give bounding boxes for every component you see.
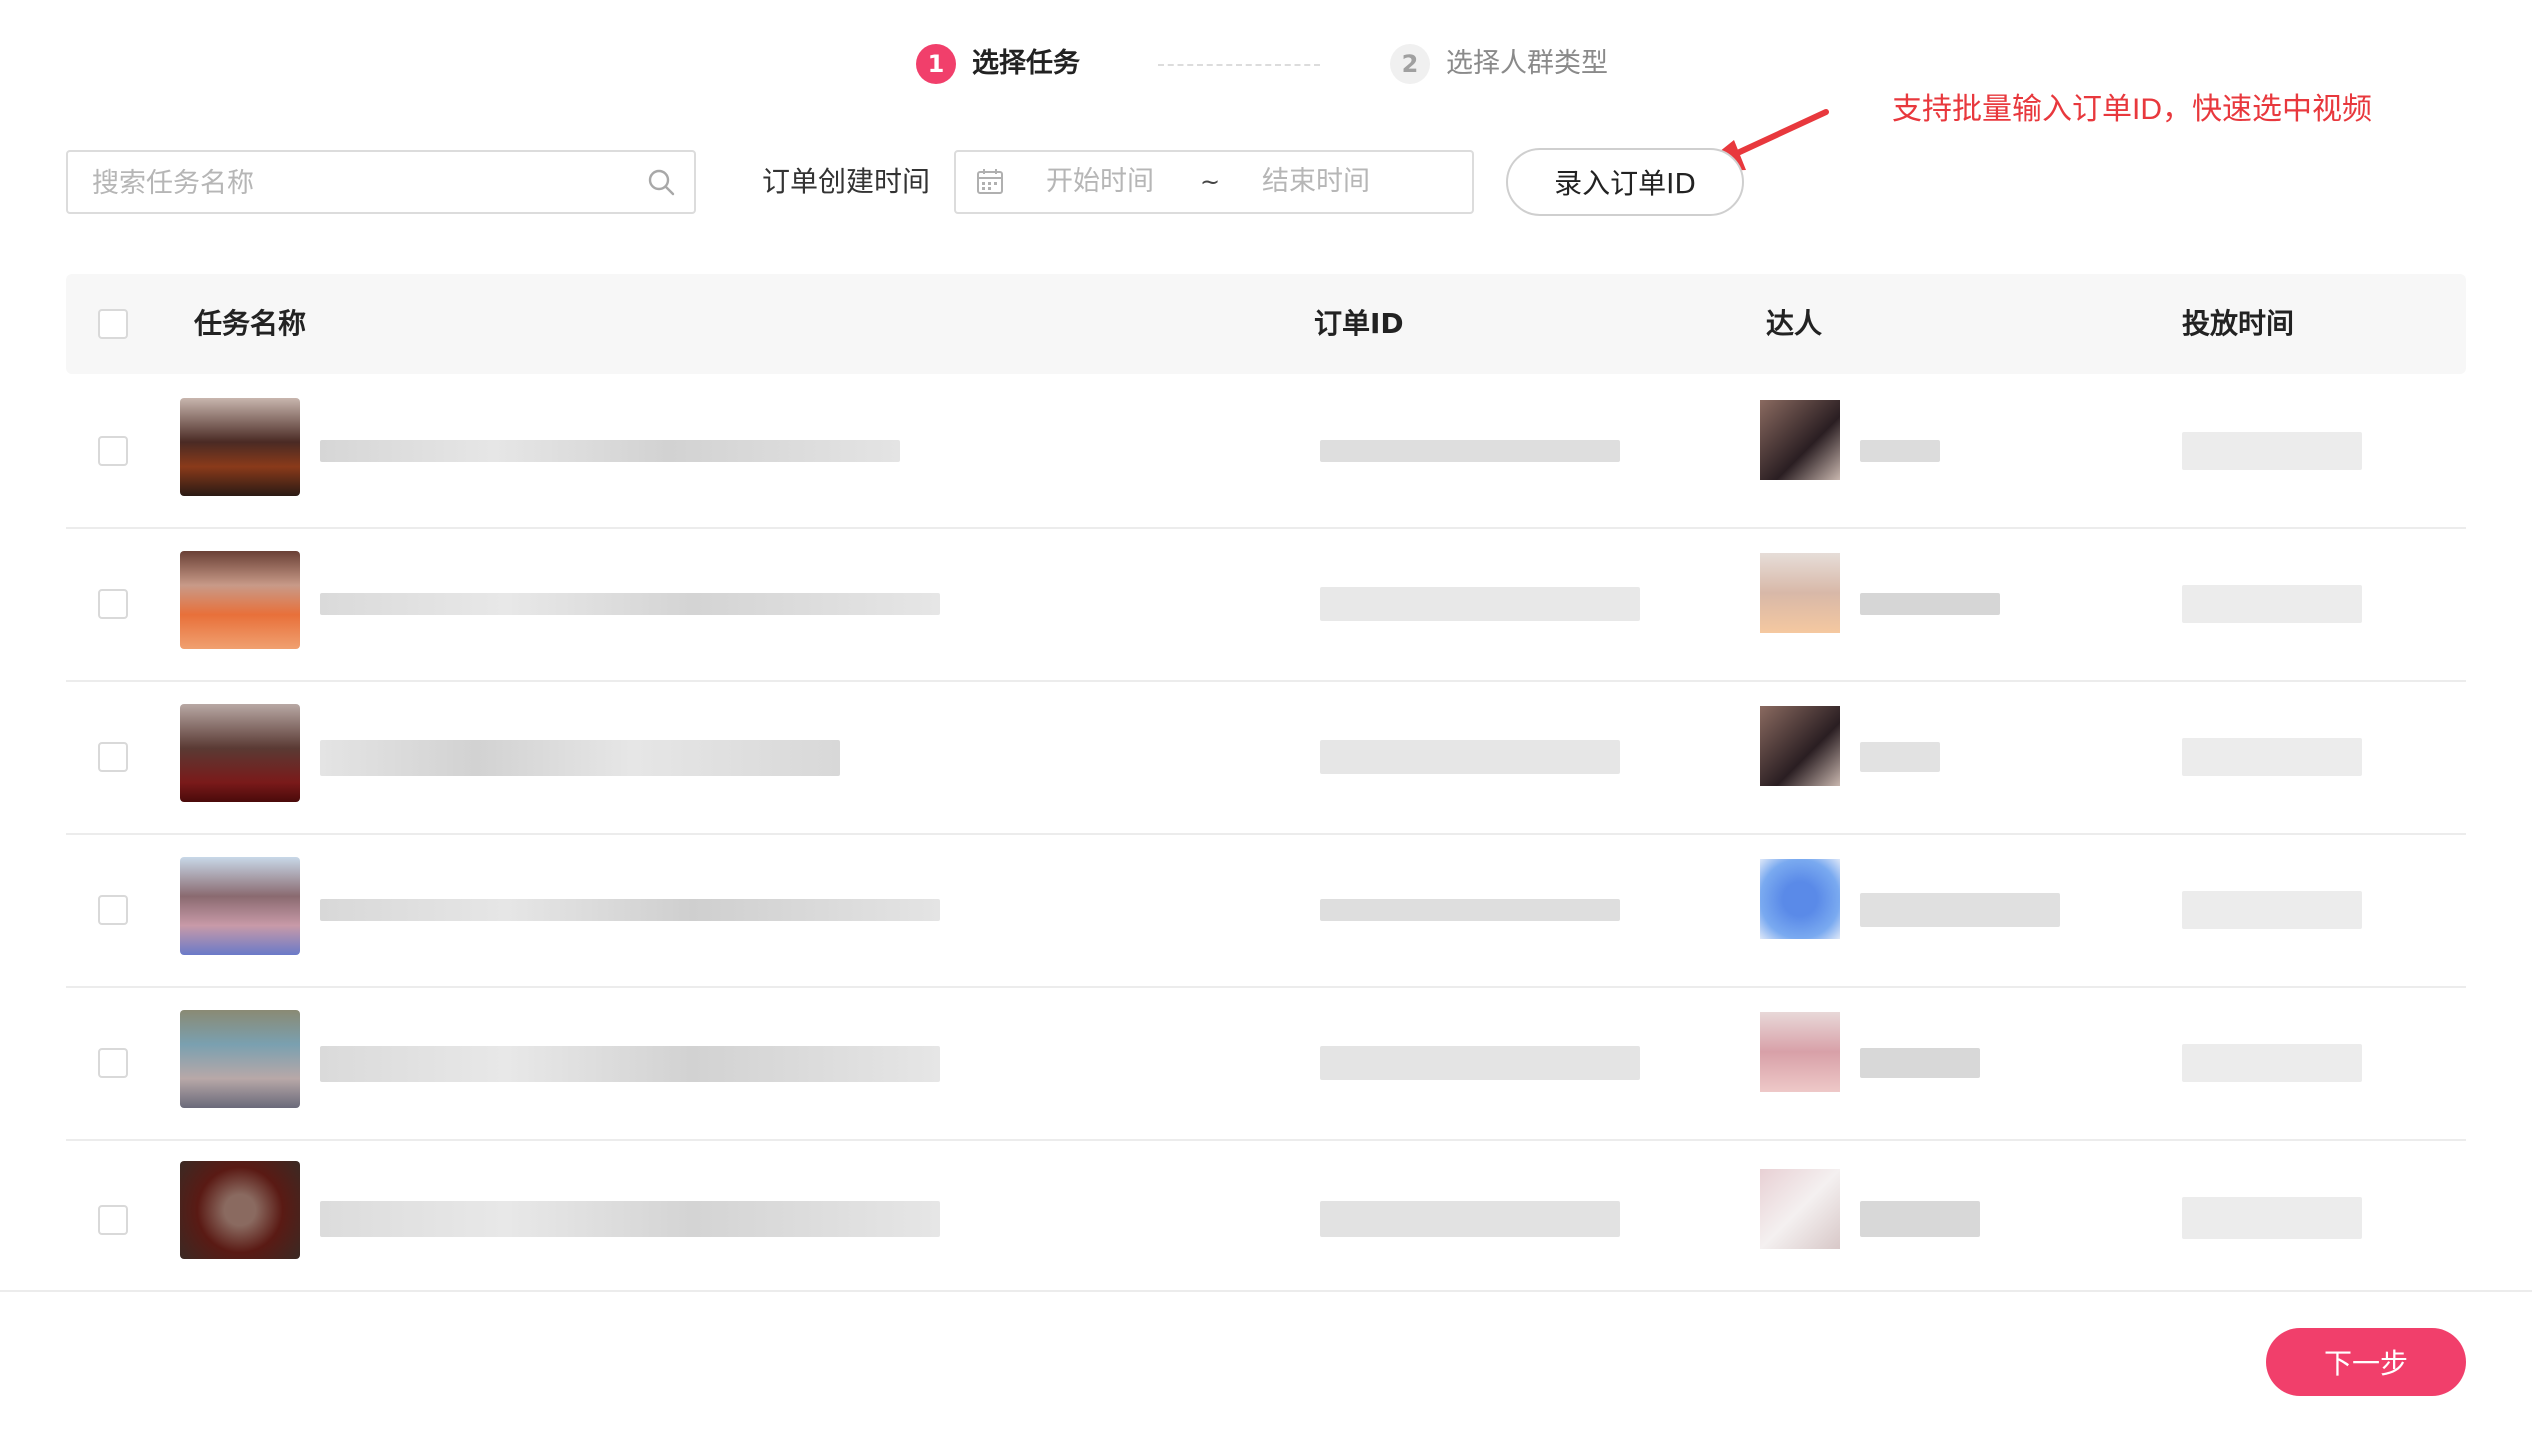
row-checkbox[interactable]	[98, 895, 128, 925]
footer-divider	[0, 1290, 2532, 1292]
table-row[interactable]	[66, 527, 2466, 682]
creator-avatar	[1760, 706, 1840, 786]
creator-avatar	[1760, 1169, 1840, 1249]
step-2-label: 选择人群类型	[1446, 48, 1608, 79]
order-id-text	[1320, 1046, 1640, 1080]
delivery-time-text	[2182, 1197, 2362, 1239]
row-checkbox[interactable]	[98, 1205, 128, 1235]
table-row[interactable]	[66, 986, 2466, 1141]
video-thumbnail	[180, 1161, 300, 1259]
order-id-text	[1320, 1201, 1620, 1237]
creator-avatar	[1760, 859, 1840, 939]
task-name-text	[320, 1201, 940, 1237]
order-id-text	[1320, 740, 1620, 774]
search-input[interactable]	[90, 152, 634, 214]
table-header: 任务名称 订单ID 达人 投放时间	[66, 274, 2466, 374]
creator-name-text	[1860, 1201, 1980, 1237]
delivery-time-text	[2182, 738, 2362, 776]
row-checkbox[interactable]	[98, 1048, 128, 1078]
row-checkbox[interactable]	[98, 436, 128, 466]
video-thumbnail	[180, 704, 300, 802]
creator-name-text	[1860, 593, 2000, 615]
table-row[interactable]	[66, 374, 2466, 529]
video-thumbnail	[180, 857, 300, 955]
order-id-text	[1320, 587, 1640, 621]
task-name-text	[320, 899, 940, 921]
video-thumbnail	[180, 398, 300, 496]
creator-name-text	[1860, 742, 1940, 772]
task-name-text	[320, 593, 940, 615]
creator-name-text	[1860, 1048, 1980, 1078]
step-2-number: 2	[1390, 44, 1430, 84]
order-id-text	[1320, 899, 1620, 921]
order-id-text	[1320, 440, 1620, 462]
column-header-delivery-time: 投放时间	[2182, 307, 2295, 340]
column-header-order-id: 订单ID	[1314, 307, 1404, 340]
video-thumbnail	[180, 551, 300, 649]
table-row[interactable]	[66, 680, 2466, 835]
task-name-text	[320, 440, 900, 462]
delivery-time-text	[2182, 432, 2362, 470]
delivery-time-text	[2182, 1044, 2362, 1082]
start-date-input[interactable]: 开始时间	[1046, 162, 1154, 202]
creator-avatar	[1760, 400, 1840, 480]
creator-name-text	[1860, 893, 2060, 927]
creator-avatar	[1760, 553, 1840, 633]
video-thumbnail	[180, 1010, 300, 1108]
delivery-time-text	[2182, 585, 2362, 623]
row-checkbox[interactable]	[98, 589, 128, 619]
row-checkbox[interactable]	[98, 742, 128, 772]
search-icon[interactable]	[646, 167, 676, 197]
table-row[interactable]	[66, 833, 2466, 988]
step-connector	[1158, 64, 1320, 66]
search-box[interactable]	[66, 150, 696, 214]
select-all-checkbox[interactable]	[98, 309, 128, 339]
creator-name-text	[1860, 440, 1940, 462]
creator-avatar	[1760, 1012, 1840, 1092]
column-header-creator: 达人	[1766, 307, 1823, 340]
calendar-icon	[977, 169, 1003, 194]
filter-label: 订单创建时间	[762, 165, 931, 198]
next-step-button[interactable]: 下一步	[2266, 1328, 2466, 1396]
annotation-text: 支持批量输入订单ID，快速选中视频	[1892, 93, 2372, 126]
task-name-text	[320, 1046, 940, 1082]
end-date-input[interactable]: 结束时间	[1262, 162, 1370, 202]
table-row[interactable]	[66, 1139, 2466, 1292]
date-range-picker[interactable]: 开始时间 ~ 结束时间	[954, 150, 1474, 214]
date-separator: ~	[1200, 168, 1221, 196]
delivery-time-text	[2182, 891, 2362, 929]
task-name-text	[320, 740, 840, 776]
step-1-number: 1	[916, 44, 956, 84]
enter-order-id-button[interactable]: 录入订单ID	[1506, 148, 1744, 216]
column-header-task-name: 任务名称	[194, 307, 307, 340]
step-1-label: 选择任务	[972, 48, 1080, 79]
